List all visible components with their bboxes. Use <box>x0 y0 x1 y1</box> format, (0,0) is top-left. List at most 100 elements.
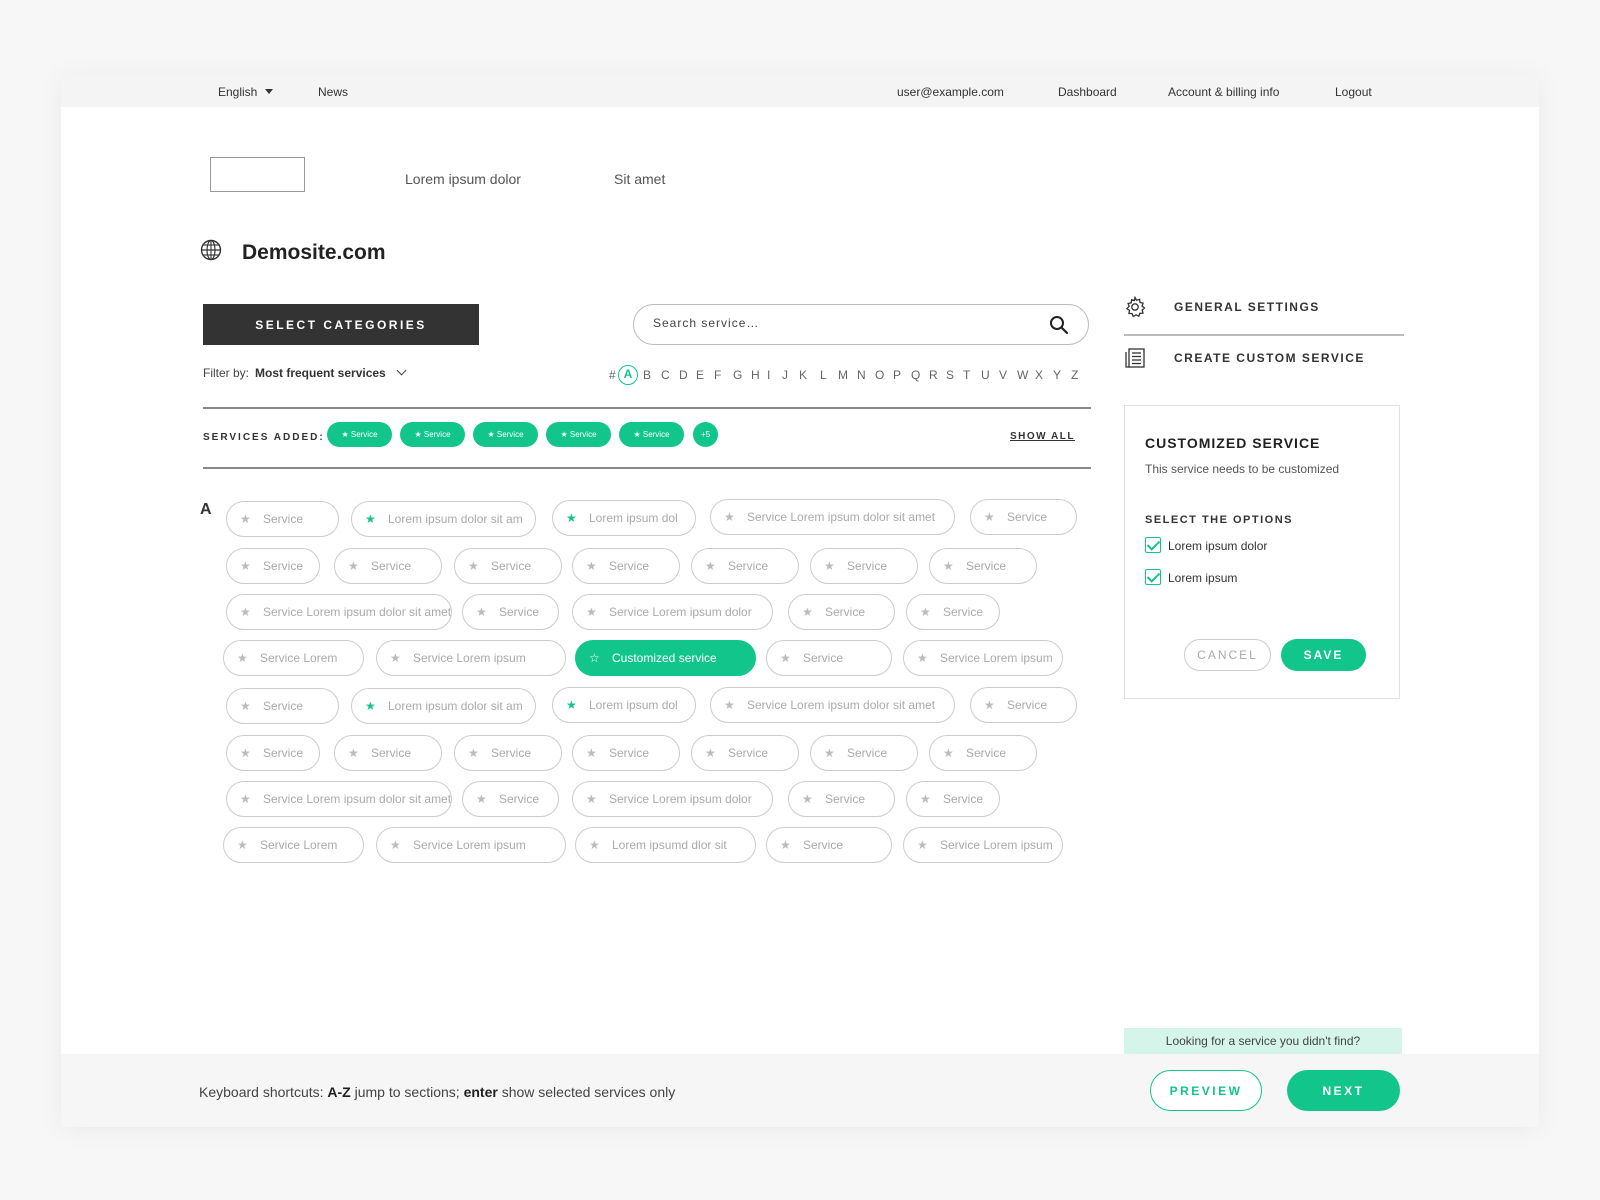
added-service-chip[interactable]: ★ Service <box>327 422 392 447</box>
alpha-letter-c[interactable]: C <box>661 367 670 383</box>
alpha-letter-f[interactable]: F <box>714 367 721 383</box>
service-chip[interactable]: ★ Lorem ipsum dol <box>552 500 696 536</box>
star-icon[interactable]: ★ <box>780 828 791 862</box>
missing-service-link[interactable]: Looking for a service you didn't find? <box>1124 1028 1402 1054</box>
alpha-letter-v[interactable]: V <box>999 367 1007 383</box>
star-icon[interactable]: ★ <box>943 549 954 583</box>
service-chip[interactable]: ★ Service <box>906 781 1000 817</box>
alpha-letter-s[interactable]: S <box>946 367 954 383</box>
service-chip[interactable]: ★ Service <box>572 548 680 584</box>
service-chip[interactable]: ★ Service <box>226 688 339 724</box>
service-chip[interactable]: ★ Service Lorem ipsum <box>376 827 566 863</box>
service-chip[interactable]: ★ Service Lorem ipsum dolor <box>572 781 773 817</box>
alpha-letter-h[interactable]: H <box>751 367 760 383</box>
star-icon[interactable]: ★ <box>780 641 791 675</box>
service-chip[interactable]: ★ Service <box>454 735 562 771</box>
star-icon[interactable]: ★ <box>566 688 577 722</box>
star-icon[interactable]: ☆ <box>589 641 600 675</box>
service-chip[interactable]: ★ Service <box>572 735 680 771</box>
service-chip[interactable]: ★ Service <box>454 548 562 584</box>
star-icon[interactable]: ★ <box>724 688 735 722</box>
alpha-letter-z[interactable]: Z <box>1071 367 1078 383</box>
star-icon[interactable]: ★ <box>984 688 995 722</box>
star-icon[interactable]: ★ <box>476 782 487 816</box>
service-chip[interactable]: ★ Service <box>929 735 1037 771</box>
alpha-letter-l[interactable]: L <box>820 367 827 383</box>
language-selector[interactable]: English <box>218 85 274 99</box>
more-services-badge[interactable]: +5 <box>693 422 718 447</box>
option-checkbox-2[interactable]: Lorem ipsum <box>1145 569 1237 585</box>
star-icon[interactable]: ★ <box>240 502 251 536</box>
service-chip[interactable]: ★ Service <box>970 499 1077 535</box>
star-icon[interactable]: ★ <box>237 641 248 675</box>
star-icon[interactable]: ★ <box>390 828 401 862</box>
added-service-chip[interactable]: ★ Service <box>619 422 684 447</box>
added-service-chip[interactable]: ★ Service <box>546 422 611 447</box>
star-icon[interactable]: ★ <box>390 641 401 675</box>
star-icon[interactable]: ★ <box>943 736 954 770</box>
cancel-button[interactable]: CANCEL <box>1184 639 1271 671</box>
option-checkbox-1[interactable]: Lorem ipsum dolor <box>1145 537 1267 553</box>
star-icon[interactable]: ★ <box>917 828 928 862</box>
service-chip[interactable]: ★ Service Lorem <box>223 640 364 676</box>
star-icon[interactable]: ★ <box>920 595 931 629</box>
alpha-letter-u[interactable]: U <box>981 367 990 383</box>
service-chip[interactable]: ★ Service <box>788 594 895 630</box>
alpha-letter-j[interactable]: J <box>782 367 788 383</box>
service-chip[interactable]: ★ Service <box>766 827 892 863</box>
search-box[interactable] <box>633 304 1089 345</box>
user-email-link[interactable]: user@example.com <box>897 85 1004 99</box>
alpha-letter-y[interactable]: Y <box>1053 367 1061 383</box>
service-chip[interactable]: ★ Service Lorem ipsum dolor sit amet <box>226 594 452 630</box>
star-icon[interactable]: ★ <box>240 549 251 583</box>
star-icon[interactable]: ★ <box>348 549 359 583</box>
service-chip[interactable]: ★ Service Lorem ipsum dolor sit amet <box>710 687 955 723</box>
star-icon[interactable]: ★ <box>468 736 479 770</box>
service-chip[interactable]: ★ Service Lorem ipsum dolor sit amet <box>710 499 955 535</box>
service-chip[interactable]: ★ Lorem ipsum dolor sit am <box>351 688 536 724</box>
search-input[interactable] <box>653 316 1033 330</box>
star-icon[interactable]: ★ <box>365 502 376 536</box>
checkbox-checked-icon[interactable] <box>1145 569 1161 585</box>
star-icon[interactable]: ★ <box>586 736 597 770</box>
alpha-letter-d[interactable]: D <box>679 367 688 383</box>
alpha-letter-q[interactable]: Q <box>911 367 920 383</box>
checkbox-checked-icon[interactable] <box>1145 537 1161 553</box>
save-button[interactable]: SAVE <box>1281 639 1366 671</box>
alpha-letter-t[interactable]: T <box>963 367 970 383</box>
service-chip[interactable]: ★ Service <box>788 781 895 817</box>
service-chip[interactable]: ★ Lorem ipsum dolor sit am <box>351 501 536 537</box>
service-chip[interactable]: ★ Service <box>970 687 1077 723</box>
alpha-letter-i[interactable]: I <box>767 367 770 383</box>
star-icon[interactable]: ★ <box>984 500 995 534</box>
logout-link[interactable]: Logout <box>1335 85 1372 99</box>
alpha-letter-m[interactable]: M <box>838 367 848 383</box>
star-icon[interactable]: ★ <box>365 689 376 723</box>
select-categories-button[interactable]: SELECT CATEGORIES <box>203 304 479 345</box>
alpha-letter-o[interactable]: O <box>875 367 884 383</box>
alpha-letter-r[interactable]: R <box>929 367 938 383</box>
star-icon[interactable]: ★ <box>240 782 251 816</box>
service-chip[interactable]: ★ Service <box>462 594 559 630</box>
star-icon[interactable]: ★ <box>566 501 577 535</box>
service-chip[interactable]: ★ Service <box>226 548 320 584</box>
alpha-letter-hash[interactable]: # <box>609 367 616 383</box>
service-chip[interactable]: ★ Service <box>462 781 559 817</box>
star-icon[interactable]: ★ <box>802 595 813 629</box>
service-chip[interactable]: ★ Service <box>691 735 799 771</box>
alpha-letter-x[interactable]: X <box>1035 367 1043 383</box>
star-icon[interactable]: ★ <box>240 595 251 629</box>
account-billing-link[interactable]: Account & billing info <box>1168 85 1279 99</box>
star-icon[interactable]: ★ <box>705 736 716 770</box>
star-icon[interactable]: ★ <box>240 689 251 723</box>
star-icon[interactable]: ★ <box>348 736 359 770</box>
service-chip[interactable]: ★ Service <box>810 548 918 584</box>
preview-button[interactable]: PREVIEW <box>1150 1070 1262 1111</box>
service-chip[interactable]: ★ Service Lorem ipsum dolor <box>572 594 773 630</box>
added-service-chip[interactable]: ★ Service <box>400 422 465 447</box>
service-chip[interactable]: ★ Service <box>810 735 918 771</box>
filter-dropdown[interactable]: Filter by: Most frequent services <box>203 365 407 380</box>
logo-placeholder[interactable] <box>210 157 305 192</box>
alpha-letter-n[interactable]: N <box>857 367 866 383</box>
service-chip[interactable]: ★ Lorem ipsum dol <box>552 687 696 723</box>
